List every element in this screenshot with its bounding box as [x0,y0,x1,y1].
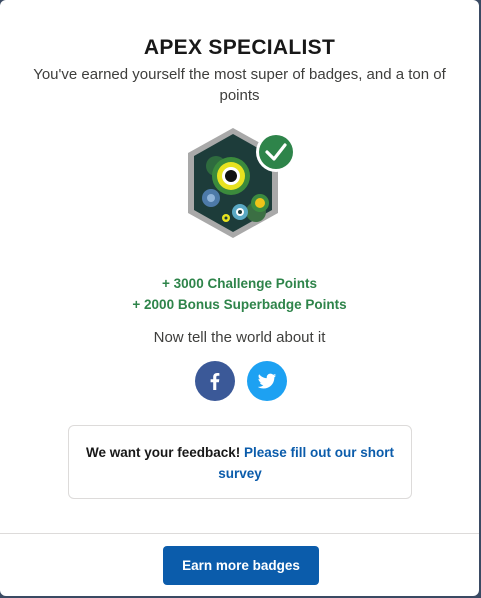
modal-title: APEX SPECIALIST [143,36,336,59]
superbadge-icon [188,128,296,238]
challenge-points: + 3000 Challenge Points [162,276,317,291]
points-earned: + 3000 Challenge Points + 2000 Bonus Sup… [0,273,479,315]
badge-earned-modal: APEX SPECIALIST You've earned yourself t… [0,0,479,596]
twitter-icon [257,373,277,389]
facebook-share-button[interactable] [195,361,235,401]
twitter-share-button[interactable] [247,361,287,401]
footer-divider [0,533,479,534]
earn-more-badges-button[interactable]: Earn more badges [163,546,319,585]
feedback-text: We want your feedback! [85,445,244,460]
feedback-box: We want your feedback! Please fill out o… [68,425,412,499]
modal-subtitle: You've earned yourself the most super of… [33,66,446,104]
facebook-icon [210,373,220,390]
share-prompt: Now tell the world about it [153,329,326,346]
bonus-points: + 2000 Bonus Superbadge Points [132,297,347,312]
checkmark-icon [259,135,293,169]
survey-link[interactable]: Please fill out our short survey [218,445,394,481]
